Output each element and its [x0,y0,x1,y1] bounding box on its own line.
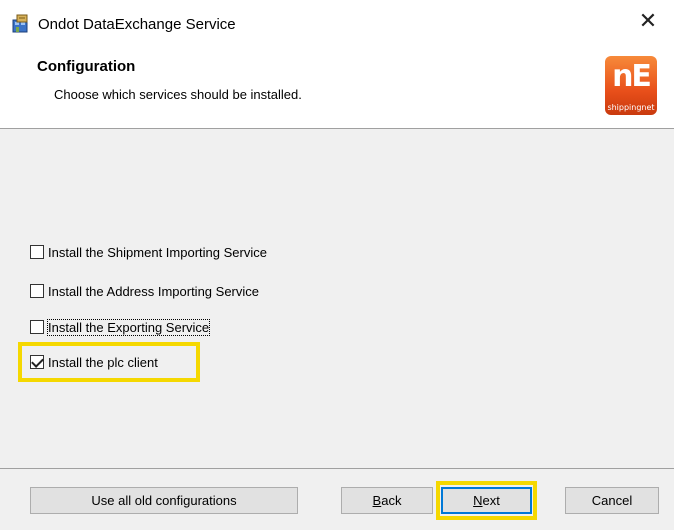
window-title: Ondot DataExchange Service [38,16,236,33]
shippingnet-logo: nE shippingnet [605,56,657,115]
option-label: Install the Exporting Service [46,318,211,336]
back-button[interactable]: Back [341,487,433,514]
installer-window: Ondot DataExchange Service ✕ Configurati… [0,0,674,530]
installer-app-icon [12,14,28,33]
use-old-configurations-button[interactable]: Use all old configurations [30,487,298,514]
button-label: Use all old configurations [91,493,237,508]
checkbox-exporting[interactable] [30,320,44,334]
checkbox-shipment-importing[interactable] [30,245,44,259]
footer-separator [0,468,674,469]
logo-text: shippingnet [607,103,655,112]
option-label: Install the Shipment Importing Service [48,244,267,260]
button-label: Back [372,493,402,508]
option-shipment-importing[interactable]: Install the Shipment Importing Service [30,242,267,262]
page-subtitle: Choose which services should be installe… [54,87,302,102]
header-band: Configuration Choose which services shou… [0,44,674,129]
cancel-button[interactable]: Cancel [565,487,659,514]
option-plc-client[interactable]: Install the plc client [30,352,158,372]
option-exporting[interactable]: Install the Exporting Service [30,317,211,337]
next-button[interactable]: Next [441,487,532,514]
checkbox-plc-client[interactable] [30,355,44,369]
logo-mark: nE [612,59,652,94]
button-label: Cancel [591,493,633,508]
title-bar: Ondot DataExchange Service ✕ [0,0,674,44]
button-label: Next [473,493,500,508]
close-icon: ✕ [638,8,658,33]
checkbox-address-importing[interactable] [30,284,44,298]
page-title: Configuration [37,58,136,75]
option-address-importing[interactable]: Install the Address Importing Service [30,281,259,301]
option-label: Install the plc client [48,354,158,370]
close-button[interactable]: ✕ [626,4,670,38]
option-label: Install the Address Importing Service [48,283,259,299]
